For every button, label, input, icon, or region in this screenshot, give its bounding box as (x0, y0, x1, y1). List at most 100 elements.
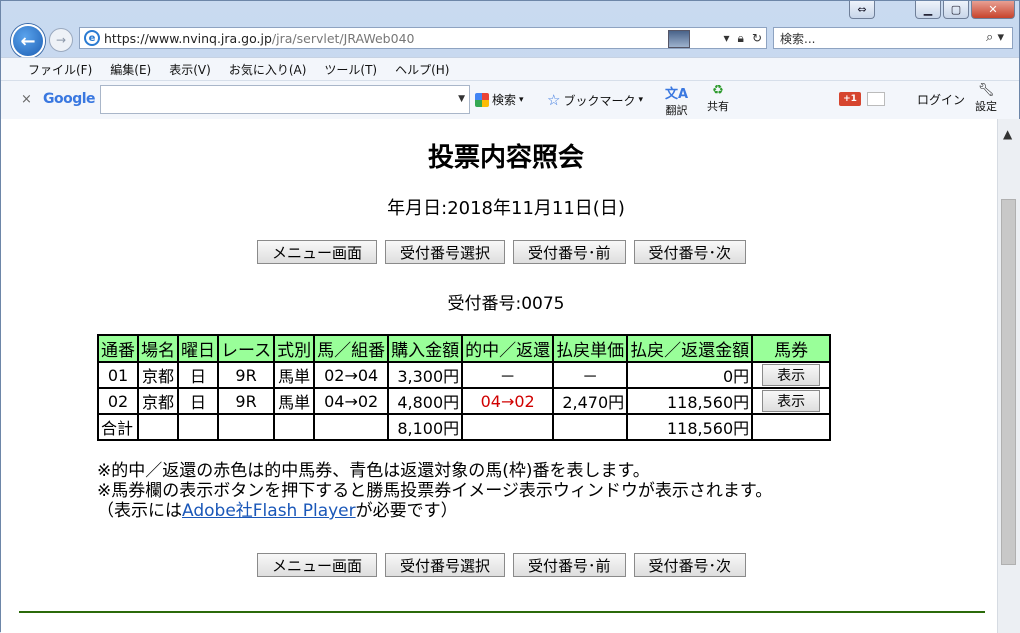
cell-payout: 118,560円 (626, 387, 754, 415)
translate-icon: 文A (665, 87, 689, 102)
google-logo: Google (43, 91, 96, 107)
cell-race: 9R (216, 361, 276, 389)
search-icon[interactable]: ⌕ ▾ (986, 30, 1004, 45)
cell-purchase: 4,800円 (387, 387, 464, 415)
cell-venue: 京都 (137, 361, 179, 389)
google-search-input[interactable]: ▼ (100, 85, 470, 114)
cell-serial: 01 (97, 361, 139, 389)
cell-type: 馬単 (273, 387, 316, 415)
address-url: https://www.nvinq.jra.go.jp/jra/servlet/… (104, 30, 415, 46)
cell-combination: 04→02 (313, 387, 390, 415)
cell-payout: 0円 (626, 361, 754, 389)
cell-day: 日 (177, 361, 219, 389)
ie-page-icon: e (84, 30, 100, 46)
notes: ※的中／返還の赤色は的中馬券、青色は返還対象の馬(枠)番を表します。 ※馬券欄の… (97, 461, 772, 521)
show-ticket-button[interactable]: 表示 (762, 364, 821, 386)
star-icon: ☆ (547, 91, 561, 109)
menu-help[interactable]: ヘルプ(H) (386, 61, 458, 78)
receipt-prev-button[interactable]: 受付番号･前 (513, 553, 626, 577)
menu-edit[interactable]: 編集(E) (101, 61, 160, 78)
site-thumbnail-icon[interactable] (668, 30, 690, 48)
col-day: 曜日 (177, 334, 219, 363)
login-link[interactable]: ログイン (917, 91, 965, 108)
settings-button[interactable]: 🔧︎ 設定 (975, 83, 997, 114)
note-line-2: ※馬券欄の表示ボタンを押下すると勝馬投票券イメージ表示ウィンドウが表示されます。 (97, 481, 773, 501)
col-type: 式別 (273, 334, 316, 363)
col-purchase: 購入金額 (387, 334, 464, 363)
address-bar[interactable]: e https://www.nvinq.jra.go.jp/jra/servle… (79, 27, 767, 49)
menu-view[interactable]: 表示(V) (160, 61, 220, 78)
cell-unit-price: － (552, 361, 629, 389)
gplus-count (867, 92, 885, 106)
col-payout: 払戻／返還金額 (626, 334, 754, 363)
col-hit: 的中／返還 (461, 334, 555, 363)
menu-favorites[interactable]: お気に入り(A) (220, 61, 316, 78)
menu-file[interactable]: ファイル(F) (19, 61, 101, 78)
table-total-row: 合計 8,100円 118,560円 (97, 413, 832, 441)
bookmark-button[interactable]: ☆ ブックマーク ▾ (547, 91, 643, 109)
close-toolbar-icon[interactable]: × (21, 92, 32, 107)
lock-icon[interactable]: 🔒︎ (738, 31, 744, 46)
receipt-prev-button[interactable]: 受付番号･前 (513, 240, 626, 264)
menu-tools[interactable]: ツール(T) (315, 61, 386, 78)
receipt-select-button[interactable]: 受付番号選択 (385, 240, 506, 264)
flash-player-link[interactable]: Adobe社Flash Player (182, 501, 356, 521)
menu-screen-button[interactable]: メニュー画面 (257, 553, 378, 577)
google-g-icon (475, 92, 489, 107)
scroll-thumb[interactable] (1001, 199, 1016, 565)
note-line-3: （表示にはAdobe社Flash Playerが必要です） (97, 501, 458, 521)
close-window-button[interactable]: ✕ (971, 1, 1015, 19)
page-viewport: 投票内容照会 年月日:2018年11月11日(日) メニュー画面 受付番号選択 … (1, 119, 997, 633)
share-icon: ♻ (712, 83, 724, 98)
note-line-1: ※的中／返還の赤色は的中馬券、青色は返還対象の馬(枠)番を表します。 (97, 461, 650, 481)
search-placeholder: 検索... (780, 31, 816, 46)
col-ticket: 馬券 (751, 334, 832, 363)
receipt-select-button[interactable]: 受付番号選択 (385, 553, 506, 577)
table-row: 02 京都 日 9R 馬単 04→02 4,800円 04→02 2,470円 … (97, 387, 832, 415)
cell-hit: － (461, 361, 555, 389)
dropdown-caret-icon[interactable]: ▾ (724, 31, 730, 45)
receipt-number: 受付番号:0075 (447, 294, 565, 314)
cell-empty (273, 413, 316, 441)
cell-ticket: 表示 (751, 361, 832, 389)
minimize-button[interactable]: ▁ (915, 1, 941, 19)
receipt-next-button[interactable]: 受付番号･次 (633, 240, 747, 264)
google-toolbar: × Google ▼ 検索 ▾ ☆ ブックマーク ▾ 文A 翻訳 ♻ 共有 +1 ロ… (1, 80, 1019, 120)
navigation-row: ← → e https://www.nvinq.jra.go.jp/jra/se… (1, 21, 1019, 58)
show-ticket-button[interactable]: 表示 (762, 390, 821, 412)
search-input[interactable]: 検索... ⌕ ▾ (773, 27, 1013, 49)
cell-empty (177, 413, 219, 441)
cell-total-purchase: 8,100円 (387, 413, 464, 441)
search-label: 検索 (492, 93, 517, 107)
cell-hit: 04→02 (461, 387, 555, 415)
translate-button[interactable]: 文A 翻訳 (665, 83, 688, 118)
address-tools: ▾ 🔒︎ ↻ (724, 29, 762, 47)
refresh-icon[interactable]: ↻ (752, 31, 762, 45)
cell-unit-price: 2,470円 (552, 387, 629, 415)
receipt-next-button[interactable]: 受付番号･次 (633, 553, 747, 577)
bottom-nav-buttons: メニュー画面 受付番号選択 受付番号･前 受付番号･次 (257, 553, 747, 577)
col-venue: 場名 (137, 334, 179, 363)
restore-tab-icon[interactable]: ⇔ (849, 1, 875, 19)
maximize-button[interactable]: ▢ (943, 1, 969, 19)
back-arrow-icon[interactable]: ← (11, 24, 45, 58)
vertical-scrollbar[interactable]: ▲ (997, 119, 1020, 633)
footer-divider (19, 611, 985, 613)
bookmark-label: ブックマーク (563, 93, 636, 108)
cell-total-label: 合計 (97, 413, 139, 441)
gplus-button[interactable]: +1 (839, 92, 861, 106)
table-header-row: 通番 場名 曜日 レース 式別 馬／組番 購入金額 的中／返還 払戻単価 払戻／… (97, 334, 832, 363)
cell-empty (751, 413, 832, 441)
date-line: 年月日:2018年11月11日(日) (387, 198, 625, 219)
forward-arrow-icon[interactable]: → (49, 28, 73, 52)
wrench-icon: 🔧︎ (977, 83, 995, 98)
chevron-down-icon[interactable]: ▼ (458, 94, 465, 104)
share-button[interactable]: ♻ 共有 (707, 83, 729, 114)
google-search-button[interactable]: 検索 ▾ (475, 91, 524, 108)
share-label: 共有 (707, 100, 729, 113)
menu-screen-button[interactable]: メニュー画面 (257, 240, 378, 264)
cell-empty (313, 413, 390, 441)
cell-empty (552, 413, 629, 441)
cell-race: 9R (216, 387, 276, 415)
scroll-up-icon[interactable]: ▲ (1003, 127, 1012, 141)
